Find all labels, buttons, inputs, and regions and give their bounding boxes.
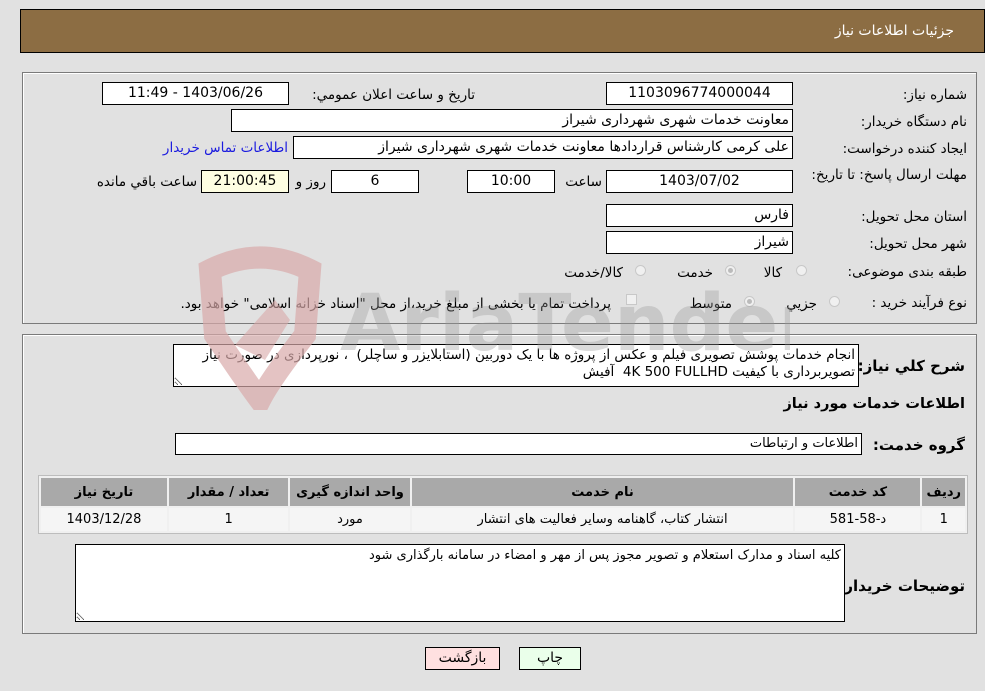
category-option-service: خدمت (677, 265, 713, 281)
purchase-type-radio-minor[interactable] (829, 296, 840, 307)
buyer-notes-label: توضیحات خریدار: (838, 577, 965, 595)
page-title: جزئیات اطلاعات نیاز (834, 23, 954, 39)
purchase-type-option-minor: جزيي (786, 296, 817, 312)
category-label: طبقه بندی موضوعی: (847, 264, 967, 280)
cell-unit: مورد (290, 508, 410, 531)
description-textarea[interactable]: انجام خدمات پوشش تصویری فیلم و عکس از پر… (173, 344, 859, 387)
purchase-type-label: نوع فرآیند خرید : (871, 295, 967, 311)
deadline-date-field[interactable]: 1403/07/02 (606, 170, 793, 193)
city-label: شهر محل تحویل: (869, 236, 967, 252)
deadline-days-label: روز و (295, 174, 326, 190)
deadline-time-field[interactable]: 10:00 (467, 170, 555, 193)
services-table-wrapper: ردیف کد خدمت نام خدمت واحد اندازه گیری ت… (38, 475, 968, 534)
buyer-contact-link[interactable]: اطلاعات تماس خریدار (163, 140, 288, 156)
col-header-quantity: تعداد / مقدار (168, 478, 289, 506)
cell-quantity: 1 (168, 508, 289, 531)
treasury-note: پرداخت تمام یا بخشی از مبلغ خرید،از محل … (180, 296, 611, 312)
back-button[interactable]: بازگشت (425, 647, 500, 670)
service-group-label: گروه خدمت: (872, 436, 965, 454)
col-header-need-date: تاریخ نیاز (41, 478, 167, 506)
deadline-days-field[interactable]: 6 (331, 170, 419, 193)
table-row: 1 د-58-581 انتشار کتاب، گاهنامه وسایر فع… (41, 508, 965, 531)
city-field[interactable]: شیراز (606, 231, 793, 254)
need-number-field[interactable]: 1103096774000044 (606, 82, 793, 105)
cell-service-name: انتشار کتاب، گاهنامه وسایر فعالیت های ان… (411, 508, 794, 531)
page-header: جزئیات اطلاعات نیاز (20, 9, 985, 53)
services-table: ردیف کد خدمت نام خدمت واحد اندازه گیری ت… (38, 475, 968, 534)
cell-service-code: د-58-581 (795, 508, 921, 531)
announce-datetime-label: تاریخ و ساعت اعلان عمومي: (312, 87, 475, 103)
cell-need-date: 1403/12/28 (41, 508, 167, 531)
requester-field[interactable]: علی کرمی کارشناس قراردادها معاونت خدمات … (293, 136, 793, 159)
requester-label: ایجاد کننده درخواست: (842, 141, 967, 157)
treasury-checkbox[interactable] (626, 294, 637, 305)
category-radio-goods[interactable] (796, 265, 807, 276)
purchase-type-option-medium: متوسط (689, 296, 732, 312)
need-number-label: شماره نیاز: (902, 87, 967, 103)
cell-row-number: 1 (922, 508, 965, 531)
col-header-service-name: نام خدمت (411, 478, 794, 506)
col-header-service-code: کد خدمت (795, 478, 921, 506)
province-field[interactable]: فارس (606, 204, 793, 227)
deadline-time-label: ساعت (565, 174, 602, 190)
category-radio-service[interactable] (725, 265, 736, 276)
province-label: استان محل تحویل: (861, 209, 967, 225)
remaining-time-label: ساعت باقي مانده (96, 174, 197, 190)
col-header-unit: واحد اندازه گیری (290, 478, 410, 506)
deadline-label: مهلت ارسال پاسخ: تا تاریخ: (811, 167, 967, 183)
remaining-time-field: 21:00:45 (201, 170, 289, 193)
category-option-goods-service: کالا/خدمت (564, 265, 623, 281)
buyer-notes-textarea[interactable]: کلیه اسناد و مدارک استعلام و تصویر مجوز … (75, 544, 845, 622)
purchase-type-radio-medium[interactable] (744, 296, 755, 307)
buyer-org-label: نام دستگاه خریدار: (860, 114, 967, 130)
print-button[interactable]: چاپ (519, 647, 581, 670)
announce-datetime-field[interactable]: 1403/06/26 - 11:49 (102, 82, 289, 105)
table-header-row: ردیف کد خدمت نام خدمت واحد اندازه گیری ت… (41, 478, 965, 506)
service-group-field[interactable]: اطلاعات و ارتباطات (175, 433, 862, 455)
description-label: شرح کلي نیاز: (857, 357, 965, 375)
category-option-goods: کالا (763, 265, 782, 281)
buyer-org-field[interactable]: معاونت خدمات شهری شهرداری شیراز (231, 109, 793, 132)
services-section-title: اطلاعات خدمات مورد نیاز (783, 396, 965, 412)
col-header-row-number: ردیف (922, 478, 965, 506)
category-radio-goods-service[interactable] (635, 265, 646, 276)
